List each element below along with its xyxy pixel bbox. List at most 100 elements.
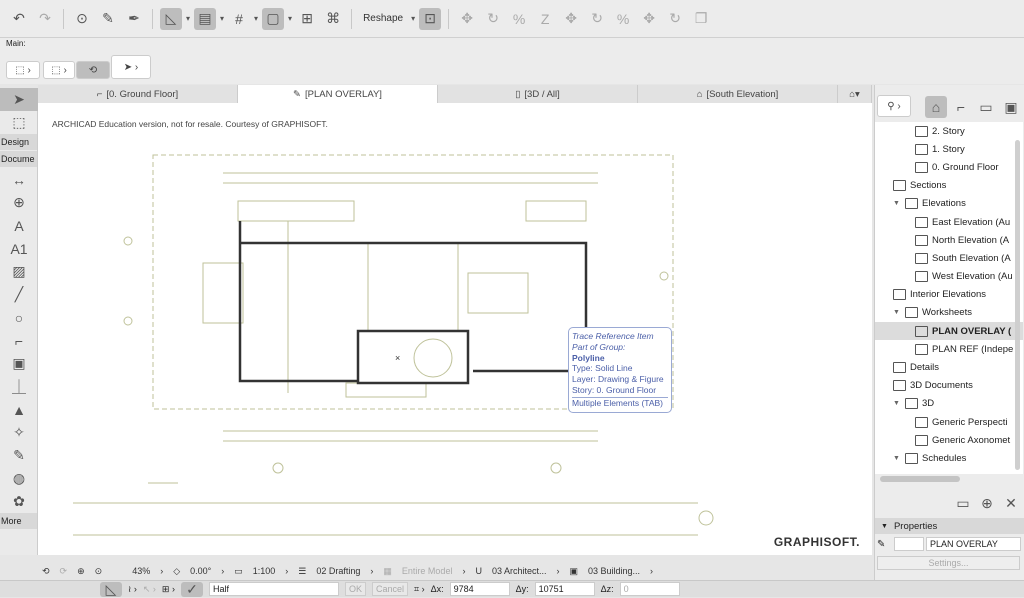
- project-map-icon[interactable]: ⌂: [925, 96, 947, 118]
- arrow-button[interactable]: ➤ ›: [111, 55, 151, 79]
- navigator-item[interactable]: PLAN OVERLAY (: [875, 322, 1023, 340]
- settings-button[interactable]: Settings...: [877, 556, 1020, 570]
- model-filter[interactable]: Entire Model: [402, 566, 453, 576]
- line-tool-icon[interactable]: ╱: [0, 283, 38, 306]
- navigator-mode-button[interactable]: ⚲ ›: [877, 95, 911, 117]
- disclosure-triangle-icon[interactable]: ▼: [893, 200, 901, 207]
- properties-header[interactable]: ▼Properties: [875, 518, 1024, 534]
- mirror-copy-icon[interactable]: %: [612, 8, 634, 30]
- navigator-item[interactable]: ▼Worksheets: [875, 304, 1023, 322]
- view-name-field[interactable]: PLAN OVERLAY: [926, 537, 1021, 551]
- dx-field[interactable]: 9784: [450, 582, 510, 596]
- view-settings-icon[interactable]: ▭: [952, 492, 974, 514]
- tab-3d-all[interactable]: ▯[3D / All]: [438, 85, 638, 103]
- change-tool-icon[interactable]: ✿: [0, 490, 38, 513]
- pick-up-icon[interactable]: ✎: [97, 8, 119, 30]
- more-section[interactable]: More: [0, 513, 37, 529]
- hotspot-tool-icon[interactable]: ✧: [0, 421, 38, 444]
- navigator-item[interactable]: West Elevation (Au: [875, 268, 1023, 286]
- pen-icon[interactable]: ✓: [181, 582, 203, 597]
- snap-guides-icon[interactable]: ▤: [194, 8, 216, 30]
- fit-icon[interactable]: ⌘: [322, 8, 344, 30]
- zoom-in-prev-icon[interactable]: ⟳: [60, 566, 68, 577]
- navigator-item[interactable]: 3D Documents: [875, 377, 1023, 395]
- reference-id-field[interactable]: [894, 537, 924, 551]
- navigator-item[interactable]: Sections: [875, 177, 1023, 195]
- close-icon[interactable]: ✕: [1000, 492, 1022, 514]
- dy-field[interactable]: 10751: [535, 582, 595, 596]
- redo-icon[interactable]: ↷: [34, 8, 56, 30]
- elevate-icon[interactable]: Z: [534, 8, 556, 30]
- text-tool-icon[interactable]: A: [0, 214, 38, 237]
- navigator-vscrollbar[interactable]: [1015, 140, 1020, 470]
- navigator-item[interactable]: PLAN REF (Indepe: [875, 340, 1023, 358]
- fill-icon[interactable]: ⊞ ›: [162, 584, 175, 595]
- document-section[interactable]: Docume: [0, 151, 37, 167]
- navigator-item[interactable]: Interior Elevations: [875, 286, 1023, 304]
- layer-combination[interactable]: 02 Drafting: [316, 566, 360, 576]
- navigator-item[interactable]: Generic Perspecti: [875, 413, 1023, 431]
- find-select-icon[interactable]: ⊙: [71, 8, 93, 30]
- disclosure-triangle-icon[interactable]: ▼: [893, 455, 901, 462]
- inject-icon[interactable]: ✒: [123, 8, 145, 30]
- angle-value[interactable]: 0.00°: [190, 566, 211, 576]
- rotate-copy-icon[interactable]: ↻: [586, 8, 608, 30]
- navigator-hscrollbar[interactable]: [880, 476, 960, 482]
- navigator-item[interactable]: North Elevation (A: [875, 231, 1023, 249]
- mirror-icon[interactable]: %: [508, 8, 530, 30]
- undo-icon[interactable]: ↶: [8, 8, 30, 30]
- rotate-multiply-icon[interactable]: ↻: [664, 8, 686, 30]
- navigator-item[interactable]: ▼Elevations: [875, 195, 1023, 213]
- model-view-options[interactable]: 03 Building...: [588, 566, 640, 576]
- navigator-item[interactable]: 1. Story: [875, 140, 1023, 158]
- guide-lines-icon[interactable]: ◺: [160, 8, 182, 30]
- navigator-item[interactable]: ▼Schedules: [875, 449, 1023, 467]
- drawing-canvas[interactable]: ARCHICAD Education version, not for resa…: [38, 103, 872, 555]
- navigator-item[interactable]: ▼3D: [875, 395, 1023, 413]
- detail-tool-icon[interactable]: ◍: [0, 467, 38, 490]
- level-dimension-icon[interactable]: ⊕: [0, 191, 38, 214]
- grid-snap-icon[interactable]: #: [228, 8, 250, 30]
- fit-window-icon[interactable]: ⊙: [95, 566, 103, 577]
- selection-button[interactable]: ⬚ ›: [43, 61, 75, 79]
- zoom-out-icon[interactable]: ⟲: [42, 566, 50, 577]
- dz-field[interactable]: 0: [620, 582, 680, 596]
- label-tool-icon[interactable]: A1: [0, 237, 38, 260]
- reshape-menu[interactable]: Reshape: [359, 13, 407, 24]
- reshape-icon[interactable]: ⊡: [419, 8, 441, 30]
- layers-icon[interactable]: ▢: [262, 8, 284, 30]
- multiply-icon[interactable]: ✥: [638, 8, 660, 30]
- drag-copy-icon[interactable]: ✥: [560, 8, 582, 30]
- tab-south-elevation[interactable]: ⌂[South Elevation]: [638, 85, 838, 103]
- section-marker-icon[interactable]: ⏊: [0, 375, 38, 398]
- tab-list-button[interactable]: ⌂▾: [838, 85, 872, 103]
- line-type-icon[interactable]: ≀ ›: [128, 584, 137, 595]
- rotate-icon[interactable]: ↻: [482, 8, 504, 30]
- disclosure-triangle-icon[interactable]: ▼: [893, 309, 901, 316]
- pen-set[interactable]: 03 Architect...: [492, 566, 547, 576]
- zoom-icon[interactable]: ⊕: [77, 566, 85, 577]
- duplicate-icon[interactable]: ❐: [690, 8, 712, 30]
- arc-tool-icon[interactable]: ○: [0, 306, 38, 329]
- publisher-icon[interactable]: ▣: [1000, 96, 1022, 118]
- design-section[interactable]: Design: [0, 134, 37, 150]
- rotate-view-button[interactable]: ⟲: [76, 61, 110, 79]
- disclosure-triangle-icon[interactable]: ▼: [893, 400, 901, 407]
- ok-button[interactable]: OK: [345, 582, 366, 596]
- marquee-tool-icon[interactable]: ⬚: [0, 111, 38, 134]
- dimension-tool-icon[interactable]: ↔: [0, 168, 38, 191]
- drawing-tool-icon[interactable]: ▣: [0, 352, 38, 375]
- tab-ground-floor[interactable]: ⌐[0. Ground Floor]: [38, 85, 238, 103]
- worksheet-tool-icon[interactable]: ✎: [0, 444, 38, 467]
- fill-tool-icon[interactable]: ▨: [0, 260, 38, 283]
- dimension-icon[interactable]: ⊞: [296, 8, 318, 30]
- pen-weight-select[interactable]: Half: [209, 582, 339, 596]
- multiple-elements-hint[interactable]: Multiple Elements (TAB): [572, 397, 668, 409]
- cancel-button[interactable]: Cancel: [372, 582, 408, 596]
- navigator-item[interactable]: 2. Story: [875, 122, 1023, 140]
- marquee-button[interactable]: ⬚ ›: [6, 61, 40, 79]
- view-map-icon[interactable]: ⌐: [950, 96, 972, 118]
- snap-icon[interactable]: ⌗ ›: [414, 584, 425, 595]
- navigator-item[interactable]: Details: [875, 358, 1023, 376]
- move-icon[interactable]: ✥: [456, 8, 478, 30]
